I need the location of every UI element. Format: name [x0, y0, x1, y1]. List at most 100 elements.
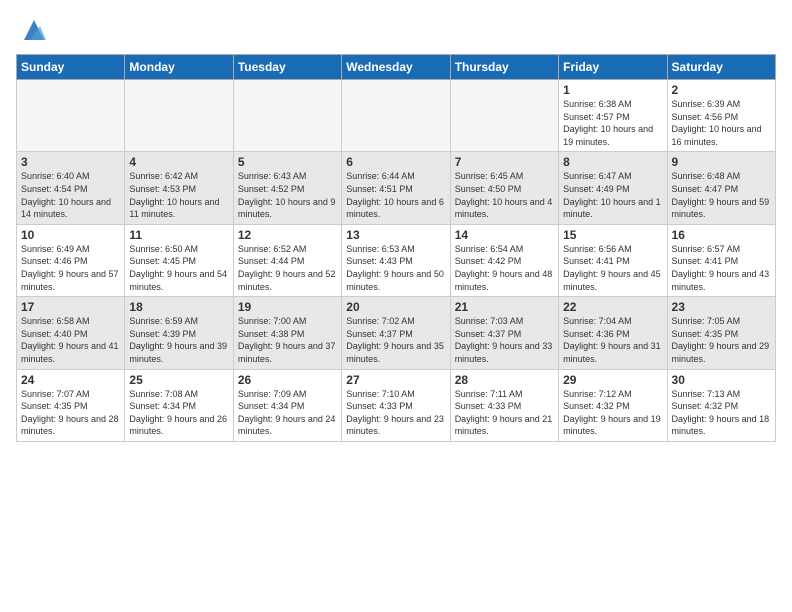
day-info: Sunrise: 6:39 AM Sunset: 4:56 PM Dayligh… [672, 98, 771, 148]
day-number: 14 [455, 228, 554, 242]
day-info: Sunrise: 7:02 AM Sunset: 4:37 PM Dayligh… [346, 315, 445, 365]
col-header-friday: Friday [559, 55, 667, 80]
week-row-2: 10Sunrise: 6:49 AM Sunset: 4:46 PM Dayli… [17, 224, 776, 296]
day-number: 4 [129, 155, 228, 169]
day-cell [17, 80, 125, 152]
calendar-body: 1Sunrise: 6:38 AM Sunset: 4:57 PM Daylig… [17, 80, 776, 442]
day-info: Sunrise: 6:48 AM Sunset: 4:47 PM Dayligh… [672, 170, 771, 220]
day-number: 24 [21, 373, 120, 387]
day-cell: 21Sunrise: 7:03 AM Sunset: 4:37 PM Dayli… [450, 297, 558, 369]
day-number: 26 [238, 373, 337, 387]
day-number: 3 [21, 155, 120, 169]
col-header-wednesday: Wednesday [342, 55, 450, 80]
day-cell: 29Sunrise: 7:12 AM Sunset: 4:32 PM Dayli… [559, 369, 667, 441]
day-cell: 22Sunrise: 7:04 AM Sunset: 4:36 PM Dayli… [559, 297, 667, 369]
day-number: 17 [21, 300, 120, 314]
day-number: 15 [563, 228, 662, 242]
day-info: Sunrise: 6:47 AM Sunset: 4:49 PM Dayligh… [563, 170, 662, 220]
day-number: 16 [672, 228, 771, 242]
day-info: Sunrise: 7:04 AM Sunset: 4:36 PM Dayligh… [563, 315, 662, 365]
day-cell: 4Sunrise: 6:42 AM Sunset: 4:53 PM Daylig… [125, 152, 233, 224]
day-cell: 10Sunrise: 6:49 AM Sunset: 4:46 PM Dayli… [17, 224, 125, 296]
day-number: 30 [672, 373, 771, 387]
day-info: Sunrise: 6:44 AM Sunset: 4:51 PM Dayligh… [346, 170, 445, 220]
col-header-thursday: Thursday [450, 55, 558, 80]
day-number: 18 [129, 300, 228, 314]
col-header-saturday: Saturday [667, 55, 775, 80]
day-number: 22 [563, 300, 662, 314]
day-cell: 5Sunrise: 6:43 AM Sunset: 4:52 PM Daylig… [233, 152, 341, 224]
logo-icon [20, 16, 48, 44]
col-header-tuesday: Tuesday [233, 55, 341, 80]
day-info: Sunrise: 6:52 AM Sunset: 4:44 PM Dayligh… [238, 243, 337, 293]
day-number: 9 [672, 155, 771, 169]
day-cell: 17Sunrise: 6:58 AM Sunset: 4:40 PM Dayli… [17, 297, 125, 369]
day-info: Sunrise: 6:43 AM Sunset: 4:52 PM Dayligh… [238, 170, 337, 220]
day-number: 20 [346, 300, 445, 314]
day-number: 1 [563, 83, 662, 97]
day-number: 23 [672, 300, 771, 314]
day-cell: 30Sunrise: 7:13 AM Sunset: 4:32 PM Dayli… [667, 369, 775, 441]
day-info: Sunrise: 7:05 AM Sunset: 4:35 PM Dayligh… [672, 315, 771, 365]
day-info: Sunrise: 7:07 AM Sunset: 4:35 PM Dayligh… [21, 388, 120, 438]
header [16, 16, 776, 44]
day-info: Sunrise: 6:56 AM Sunset: 4:41 PM Dayligh… [563, 243, 662, 293]
day-number: 8 [563, 155, 662, 169]
day-info: Sunrise: 6:40 AM Sunset: 4:54 PM Dayligh… [21, 170, 120, 220]
day-info: Sunrise: 6:42 AM Sunset: 4:53 PM Dayligh… [129, 170, 228, 220]
day-cell: 12Sunrise: 6:52 AM Sunset: 4:44 PM Dayli… [233, 224, 341, 296]
day-number: 5 [238, 155, 337, 169]
week-row-3: 17Sunrise: 6:58 AM Sunset: 4:40 PM Dayli… [17, 297, 776, 369]
day-number: 2 [672, 83, 771, 97]
day-info: Sunrise: 7:08 AM Sunset: 4:34 PM Dayligh… [129, 388, 228, 438]
day-info: Sunrise: 6:38 AM Sunset: 4:57 PM Dayligh… [563, 98, 662, 148]
calendar-table: SundayMondayTuesdayWednesdayThursdayFrid… [16, 54, 776, 442]
day-cell: 15Sunrise: 6:56 AM Sunset: 4:41 PM Dayli… [559, 224, 667, 296]
day-cell: 18Sunrise: 6:59 AM Sunset: 4:39 PM Dayli… [125, 297, 233, 369]
day-cell: 20Sunrise: 7:02 AM Sunset: 4:37 PM Dayli… [342, 297, 450, 369]
day-cell: 11Sunrise: 6:50 AM Sunset: 4:45 PM Dayli… [125, 224, 233, 296]
logo [16, 16, 48, 44]
page: SundayMondayTuesdayWednesdayThursdayFrid… [0, 0, 792, 450]
day-cell: 23Sunrise: 7:05 AM Sunset: 4:35 PM Dayli… [667, 297, 775, 369]
day-cell: 7Sunrise: 6:45 AM Sunset: 4:50 PM Daylig… [450, 152, 558, 224]
day-info: Sunrise: 7:00 AM Sunset: 4:38 PM Dayligh… [238, 315, 337, 365]
calendar-header-row: SundayMondayTuesdayWednesdayThursdayFrid… [17, 55, 776, 80]
day-cell: 8Sunrise: 6:47 AM Sunset: 4:49 PM Daylig… [559, 152, 667, 224]
day-info: Sunrise: 6:45 AM Sunset: 4:50 PM Dayligh… [455, 170, 554, 220]
day-cell: 25Sunrise: 7:08 AM Sunset: 4:34 PM Dayli… [125, 369, 233, 441]
day-info: Sunrise: 7:09 AM Sunset: 4:34 PM Dayligh… [238, 388, 337, 438]
day-number: 29 [563, 373, 662, 387]
day-cell: 19Sunrise: 7:00 AM Sunset: 4:38 PM Dayli… [233, 297, 341, 369]
day-info: Sunrise: 6:53 AM Sunset: 4:43 PM Dayligh… [346, 243, 445, 293]
day-info: Sunrise: 6:59 AM Sunset: 4:39 PM Dayligh… [129, 315, 228, 365]
day-info: Sunrise: 7:11 AM Sunset: 4:33 PM Dayligh… [455, 388, 554, 438]
col-header-monday: Monday [125, 55, 233, 80]
day-number: 12 [238, 228, 337, 242]
day-info: Sunrise: 7:03 AM Sunset: 4:37 PM Dayligh… [455, 315, 554, 365]
day-cell: 13Sunrise: 6:53 AM Sunset: 4:43 PM Dayli… [342, 224, 450, 296]
day-info: Sunrise: 6:58 AM Sunset: 4:40 PM Dayligh… [21, 315, 120, 365]
day-number: 25 [129, 373, 228, 387]
day-number: 19 [238, 300, 337, 314]
day-info: Sunrise: 7:13 AM Sunset: 4:32 PM Dayligh… [672, 388, 771, 438]
day-number: 11 [129, 228, 228, 242]
day-cell: 6Sunrise: 6:44 AM Sunset: 4:51 PM Daylig… [342, 152, 450, 224]
day-cell: 2Sunrise: 6:39 AM Sunset: 4:56 PM Daylig… [667, 80, 775, 152]
day-cell [342, 80, 450, 152]
day-cell [125, 80, 233, 152]
day-number: 10 [21, 228, 120, 242]
day-cell: 26Sunrise: 7:09 AM Sunset: 4:34 PM Dayli… [233, 369, 341, 441]
day-cell: 28Sunrise: 7:11 AM Sunset: 4:33 PM Dayli… [450, 369, 558, 441]
day-info: Sunrise: 6:54 AM Sunset: 4:42 PM Dayligh… [455, 243, 554, 293]
day-info: Sunrise: 7:10 AM Sunset: 4:33 PM Dayligh… [346, 388, 445, 438]
day-info: Sunrise: 6:49 AM Sunset: 4:46 PM Dayligh… [21, 243, 120, 293]
day-info: Sunrise: 6:57 AM Sunset: 4:41 PM Dayligh… [672, 243, 771, 293]
day-info: Sunrise: 6:50 AM Sunset: 4:45 PM Dayligh… [129, 243, 228, 293]
day-cell: 16Sunrise: 6:57 AM Sunset: 4:41 PM Dayli… [667, 224, 775, 296]
day-cell: 3Sunrise: 6:40 AM Sunset: 4:54 PM Daylig… [17, 152, 125, 224]
week-row-1: 3Sunrise: 6:40 AM Sunset: 4:54 PM Daylig… [17, 152, 776, 224]
week-row-4: 24Sunrise: 7:07 AM Sunset: 4:35 PM Dayli… [17, 369, 776, 441]
day-cell: 9Sunrise: 6:48 AM Sunset: 4:47 PM Daylig… [667, 152, 775, 224]
day-cell: 24Sunrise: 7:07 AM Sunset: 4:35 PM Dayli… [17, 369, 125, 441]
